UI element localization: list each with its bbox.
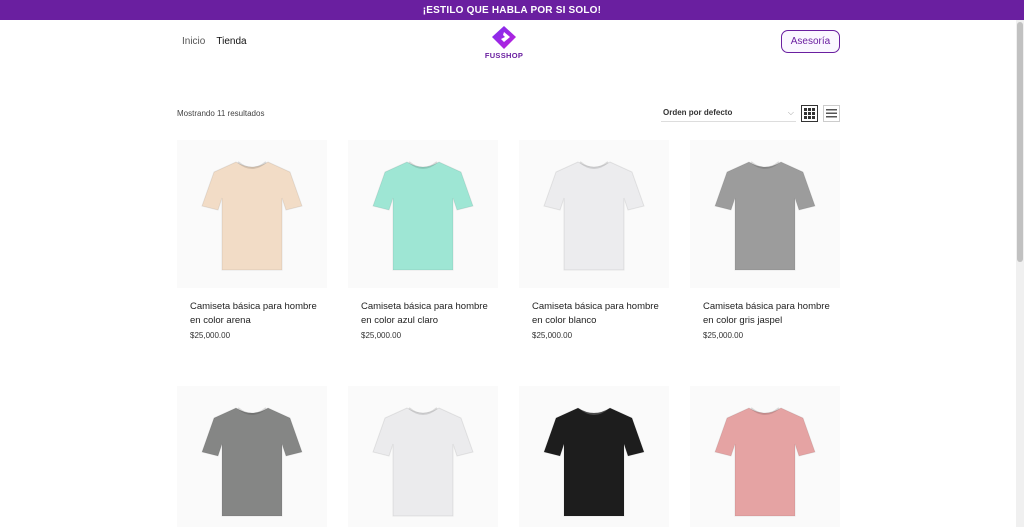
tshirt-icon [372, 407, 474, 517]
tshirt-icon [201, 161, 303, 271]
product-title[interactable]: Camiseta básica para hombre en color bla… [532, 300, 662, 328]
result-count: Mostrando 11 resultados [177, 109, 265, 118]
chevron-down-icon: ⌵ [787, 107, 794, 117]
product-grid: Camiseta básica para hombre en color are… [177, 140, 842, 527]
scrollbar[interactable] [1016, 20, 1024, 527]
product-price: $25,000.00 [361, 331, 402, 340]
tshirt-icon [201, 407, 303, 517]
product-price: $25,000.00 [532, 331, 573, 340]
product-card[interactable]: Camiseta básica para hombre en color are… [177, 140, 327, 340]
nav-inicio[interactable]: Inicio [182, 36, 205, 47]
tshirt-icon [543, 161, 645, 271]
product-card[interactable] [348, 386, 498, 527]
tshirt-icon [714, 407, 816, 517]
logo-mark-icon [492, 26, 516, 49]
product-image[interactable] [348, 140, 498, 288]
main-nav: Inicio Tienda [182, 36, 247, 47]
product-price: $25,000.00 [190, 331, 231, 340]
nav-tienda[interactable]: Tienda [216, 36, 246, 47]
tshirt-icon [714, 161, 816, 271]
product-card[interactable]: Camiseta básica para hombre en color bla… [519, 140, 669, 340]
product-image[interactable] [177, 386, 327, 527]
tshirt-icon [543, 407, 645, 517]
site-logo[interactable]: FUSSHOP [485, 25, 523, 61]
product-image[interactable] [690, 140, 840, 288]
product-card[interactable]: Camiseta básica para hombre en color azu… [348, 140, 498, 340]
product-card[interactable]: Camiseta básica para hombre en color gri… [690, 140, 840, 340]
product-image[interactable] [690, 386, 840, 527]
product-image[interactable] [177, 140, 327, 288]
product-title[interactable]: Camiseta básica para hombre en color azu… [361, 300, 491, 328]
grid-icon [804, 108, 815, 119]
product-image[interactable] [519, 386, 669, 527]
orderby-select[interactable]: Orden por defecto ⌵ [661, 104, 796, 122]
grid-view-button[interactable] [801, 105, 818, 122]
list-icon [826, 109, 837, 118]
product-image[interactable] [348, 386, 498, 527]
tshirt-icon [372, 161, 474, 271]
list-view-button[interactable] [823, 105, 840, 122]
product-card[interactable] [519, 386, 669, 527]
product-card[interactable] [690, 386, 840, 527]
asesoria-button[interactable]: Asesoría [781, 30, 840, 53]
orderby-selected: Orden por defecto [663, 108, 733, 117]
announcement-text: ¡ESTILO QUE HABLA POR SI SOLO! [422, 4, 602, 16]
scrollbar-thumb[interactable] [1017, 22, 1023, 262]
product-title[interactable]: Camiseta básica para hombre en color gri… [703, 300, 833, 328]
announcement-bar: ¡ESTILO QUE HABLA POR SI SOLO! [0, 0, 1024, 20]
product-title[interactable]: Camiseta básica para hombre en color are… [190, 300, 320, 328]
product-image[interactable] [519, 140, 669, 288]
product-card[interactable] [177, 386, 327, 527]
product-price: $25,000.00 [703, 331, 744, 340]
logo-text: FUSSHOP [484, 51, 524, 60]
